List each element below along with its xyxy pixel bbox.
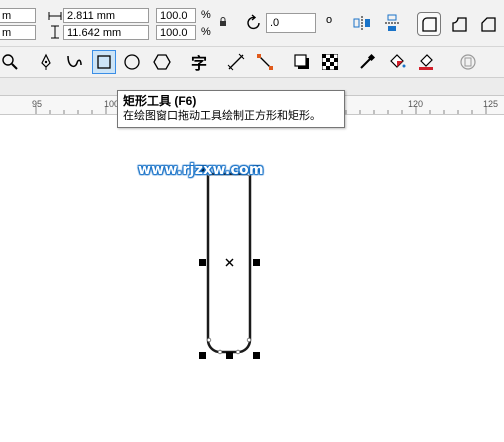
scale-y-field[interactable]: 100.0 (156, 25, 196, 40)
zoom-icon[interactable] (0, 52, 20, 72)
watermark-text: www.rjzxw.com (138, 162, 264, 178)
artistic-media-icon[interactable] (64, 52, 84, 72)
freehand-tool-icon[interactable] (36, 52, 56, 72)
ruler-label-95: 95 (32, 99, 43, 109)
percent-label-x: % (201, 9, 211, 21)
ruler-label-120: 120 (408, 99, 424, 109)
tooltip-title: 矩形工具 (F6) (123, 94, 197, 108)
text-tool-icon[interactable]: 字 (188, 51, 210, 73)
polygon-tool-icon[interactable] (152, 52, 172, 72)
rotation-angle-field[interactable]: .0 (266, 13, 316, 33)
parallel-dimension-icon[interactable] (226, 52, 246, 72)
transparency-icon[interactable] (320, 52, 340, 72)
selection-handle-bottom-right[interactable] (253, 352, 260, 359)
interactive-fill-icon[interactable] (387, 52, 407, 72)
height-icon (48, 25, 62, 39)
rectangle-tool-button[interactable] (92, 50, 116, 74)
eyedropper-icon[interactable] (357, 52, 377, 72)
center-x-marker (225, 258, 234, 267)
selection-handle-mid-right[interactable] (253, 259, 260, 266)
lock-ratio-icon[interactable] (218, 16, 228, 28)
chamfered-corner-icon[interactable] (476, 12, 500, 36)
drop-shadow-icon[interactable] (292, 52, 312, 72)
scalloped-corner-icon[interactable] (447, 12, 471, 36)
scale-x-field[interactable]: 100.0 (156, 8, 196, 23)
mirror-horizontal-icon[interactable] (352, 13, 372, 33)
object-height-field[interactable]: 11.642 mm (63, 25, 149, 40)
rotate-icon (245, 14, 263, 32)
degree-label: o (326, 14, 333, 26)
connector-tool-icon[interactable] (255, 52, 275, 72)
selection-handle-bottom-left[interactable] (199, 352, 206, 359)
property-bar: m m 2.811 mm 11.642 mm 100.0 100.0 % % .… (0, 0, 504, 47)
ruler-label-125: 125 (483, 99, 499, 109)
width-icon (48, 9, 62, 22)
mirror-vertical-icon[interactable] (382, 13, 402, 33)
percent-label-y: % (201, 26, 211, 38)
selection-handle-bottom-center[interactable] (226, 352, 233, 359)
x-position-field[interactable]: m (0, 8, 36, 23)
round-corner-button[interactable] (417, 12, 441, 36)
ellipse-tool-icon[interactable] (122, 52, 142, 72)
outline-icon[interactable] (458, 52, 478, 72)
smart-fill-icon[interactable] (416, 52, 436, 72)
y-position-field[interactable]: m (0, 25, 36, 40)
object-width-field[interactable]: 2.811 mm (63, 8, 149, 23)
toolbox: 字 (0, 47, 504, 78)
selection-handle-mid-left[interactable] (199, 259, 206, 266)
